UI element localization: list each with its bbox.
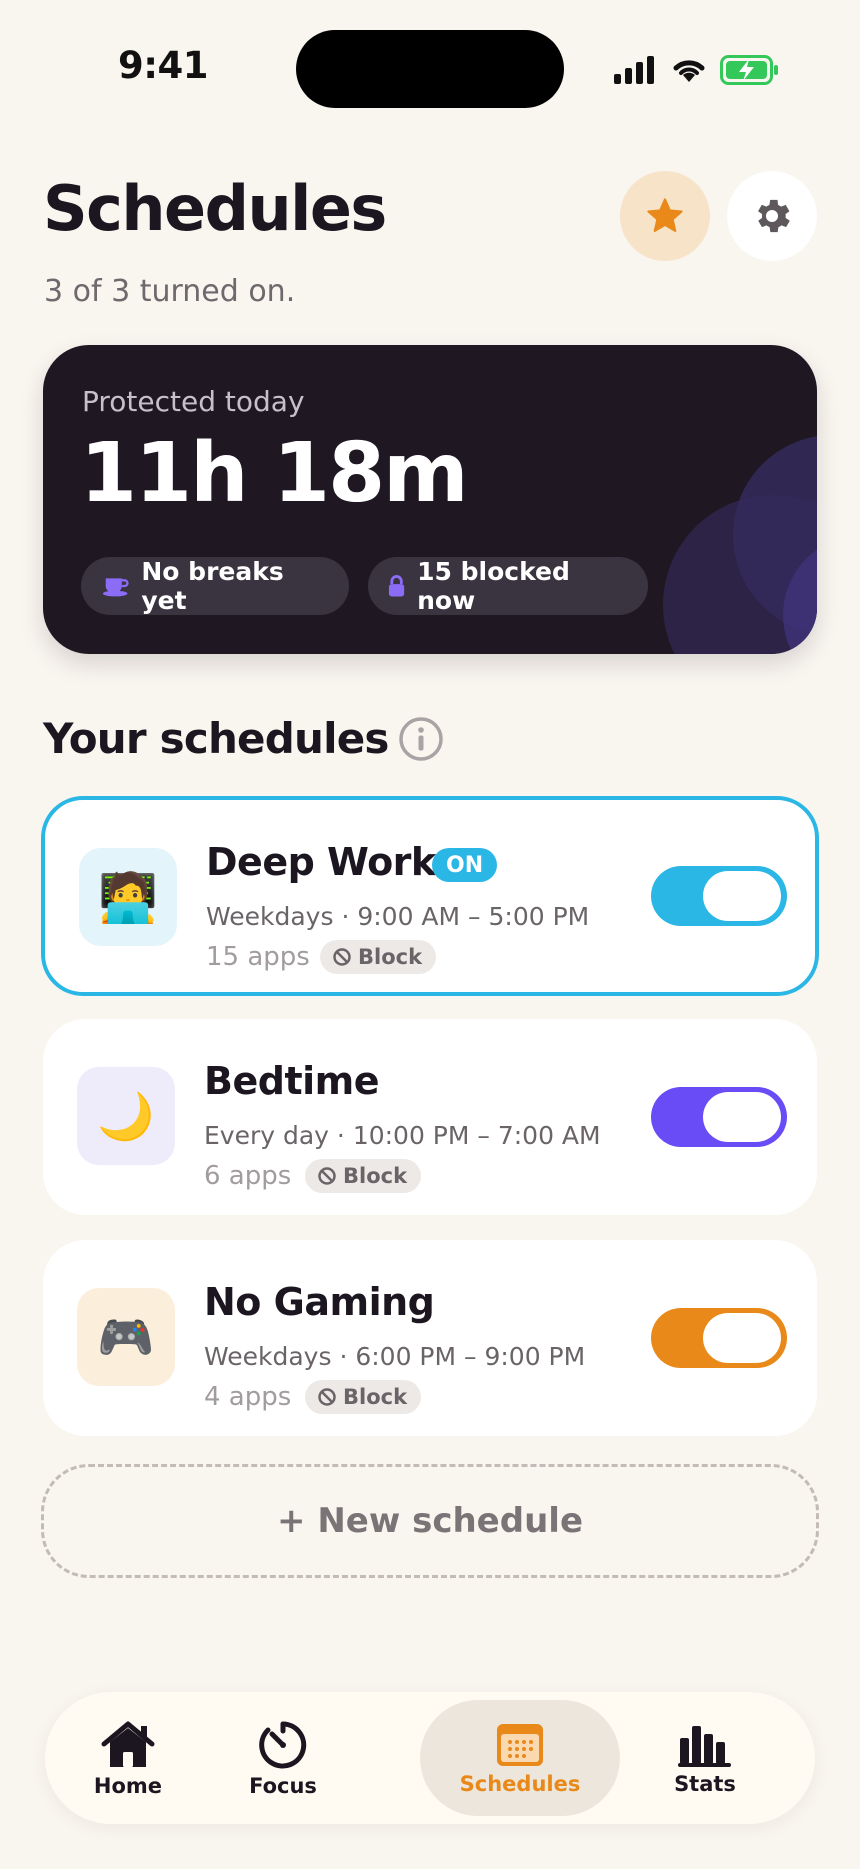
calendar-icon bbox=[497, 1723, 543, 1766]
block-mode-label: Block bbox=[358, 945, 423, 969]
block-mode-chip: Block bbox=[305, 1380, 422, 1414]
timer-icon bbox=[259, 1721, 307, 1768]
info-icon[interactable] bbox=[398, 716, 444, 762]
tab-label: Focus bbox=[249, 1773, 317, 1798]
schedule-toggle[interactable] bbox=[651, 1087, 787, 1147]
schedule-name: No Gaming bbox=[204, 1280, 435, 1324]
tab-stats[interactable]: Stats bbox=[605, 1700, 805, 1816]
block-mode-label: Block bbox=[343, 1385, 408, 1409]
tab-label: Stats bbox=[674, 1771, 736, 1796]
schedule-card-no-gaming[interactable]: 🎮 No Gaming Weekdays · 6:00 PM – 9:00 PM… bbox=[43, 1240, 817, 1436]
toggle-knob bbox=[703, 1313, 781, 1363]
coffee-cup-icon bbox=[102, 578, 129, 597]
status-badge: ON bbox=[432, 848, 498, 882]
schedule-card-bedtime[interactable]: 🌙 Bedtime Every day · 10:00 PM – 7:00 AM… bbox=[43, 1019, 817, 1215]
schedule-card-deep-work[interactable]: 🧑‍💻 Deep Work ON Weekdays · 9:00 AM – 5:… bbox=[41, 796, 819, 996]
bar-chart-icon bbox=[678, 1725, 731, 1767]
protected-today-card: Protected today 11h 18m No breaks yet 15… bbox=[43, 345, 817, 654]
blocked-now-chip: 15 blocked now bbox=[368, 557, 648, 615]
status-bar: 9:41 bbox=[0, 0, 860, 140]
schedule-app-count: 4 apps bbox=[204, 1382, 292, 1412]
no-breaks-chip: No breaks yet bbox=[81, 557, 349, 615]
toggle-knob bbox=[703, 1092, 781, 1142]
tab-schedules[interactable]: Schedules bbox=[420, 1700, 620, 1816]
page-subtitle: 3 of 3 turned on. bbox=[44, 274, 296, 309]
schedule-toggle[interactable] bbox=[651, 866, 787, 926]
block-mode-chip: Block bbox=[320, 940, 437, 974]
technologist-icon: 🧑‍💻 bbox=[79, 848, 177, 946]
status-time: 9:41 bbox=[118, 44, 209, 87]
schedule-app-count: 15 apps bbox=[206, 942, 310, 972]
crescent-moon-icon: 🌙 bbox=[77, 1067, 175, 1165]
pro-button[interactable] bbox=[620, 171, 710, 261]
schedule-name: Deep Work bbox=[206, 840, 436, 884]
protected-today-label: Protected today bbox=[82, 385, 305, 418]
schedule-toggle[interactable] bbox=[651, 1308, 787, 1368]
status-icons bbox=[614, 50, 780, 90]
settings-button[interactable] bbox=[727, 171, 817, 261]
block-mode-label: Block bbox=[343, 1164, 408, 1188]
blocked-now-label: 15 blocked now bbox=[417, 557, 570, 615]
tab-label: Schedules bbox=[459, 1771, 581, 1796]
house-icon bbox=[101, 1721, 155, 1767]
game-controller-icon: 🎮 bbox=[77, 1288, 175, 1386]
schedule-timing: Weekdays · 9:00 AM – 5:00 PM bbox=[206, 902, 590, 931]
block-mode-chip: Block bbox=[305, 1159, 422, 1193]
block-icon bbox=[318, 1167, 336, 1185]
tab-focus[interactable]: Focus bbox=[183, 1700, 383, 1816]
toggle-knob bbox=[703, 871, 781, 921]
no-breaks-label: No breaks yet bbox=[141, 557, 284, 615]
protected-today-value: 11h 18m bbox=[80, 426, 469, 521]
schedule-app-count: 6 apps bbox=[204, 1161, 292, 1191]
schedule-timing: Every day · 10:00 PM – 7:00 AM bbox=[204, 1121, 601, 1150]
star-icon bbox=[647, 198, 683, 232]
wifi-icon bbox=[673, 60, 705, 82]
gear-icon bbox=[758, 199, 790, 233]
new-schedule-button[interactable]: + New schedule bbox=[41, 1464, 819, 1578]
page-title: Schedules bbox=[43, 172, 387, 245]
battery-charging-icon bbox=[720, 55, 778, 85]
tab-label: Home bbox=[93, 1773, 163, 1798]
block-icon bbox=[333, 948, 351, 966]
schedule-name: Bedtime bbox=[204, 1059, 380, 1103]
cellular-signal-icon bbox=[614, 56, 654, 84]
block-icon bbox=[318, 1388, 336, 1406]
schedule-timing: Weekdays · 6:00 PM – 9:00 PM bbox=[204, 1342, 586, 1371]
tab-bar: Home Focus Schedules Stats bbox=[45, 1692, 815, 1824]
dynamic-island bbox=[296, 30, 564, 108]
lock-icon bbox=[388, 575, 405, 597]
section-title: Your schedules bbox=[43, 714, 389, 763]
